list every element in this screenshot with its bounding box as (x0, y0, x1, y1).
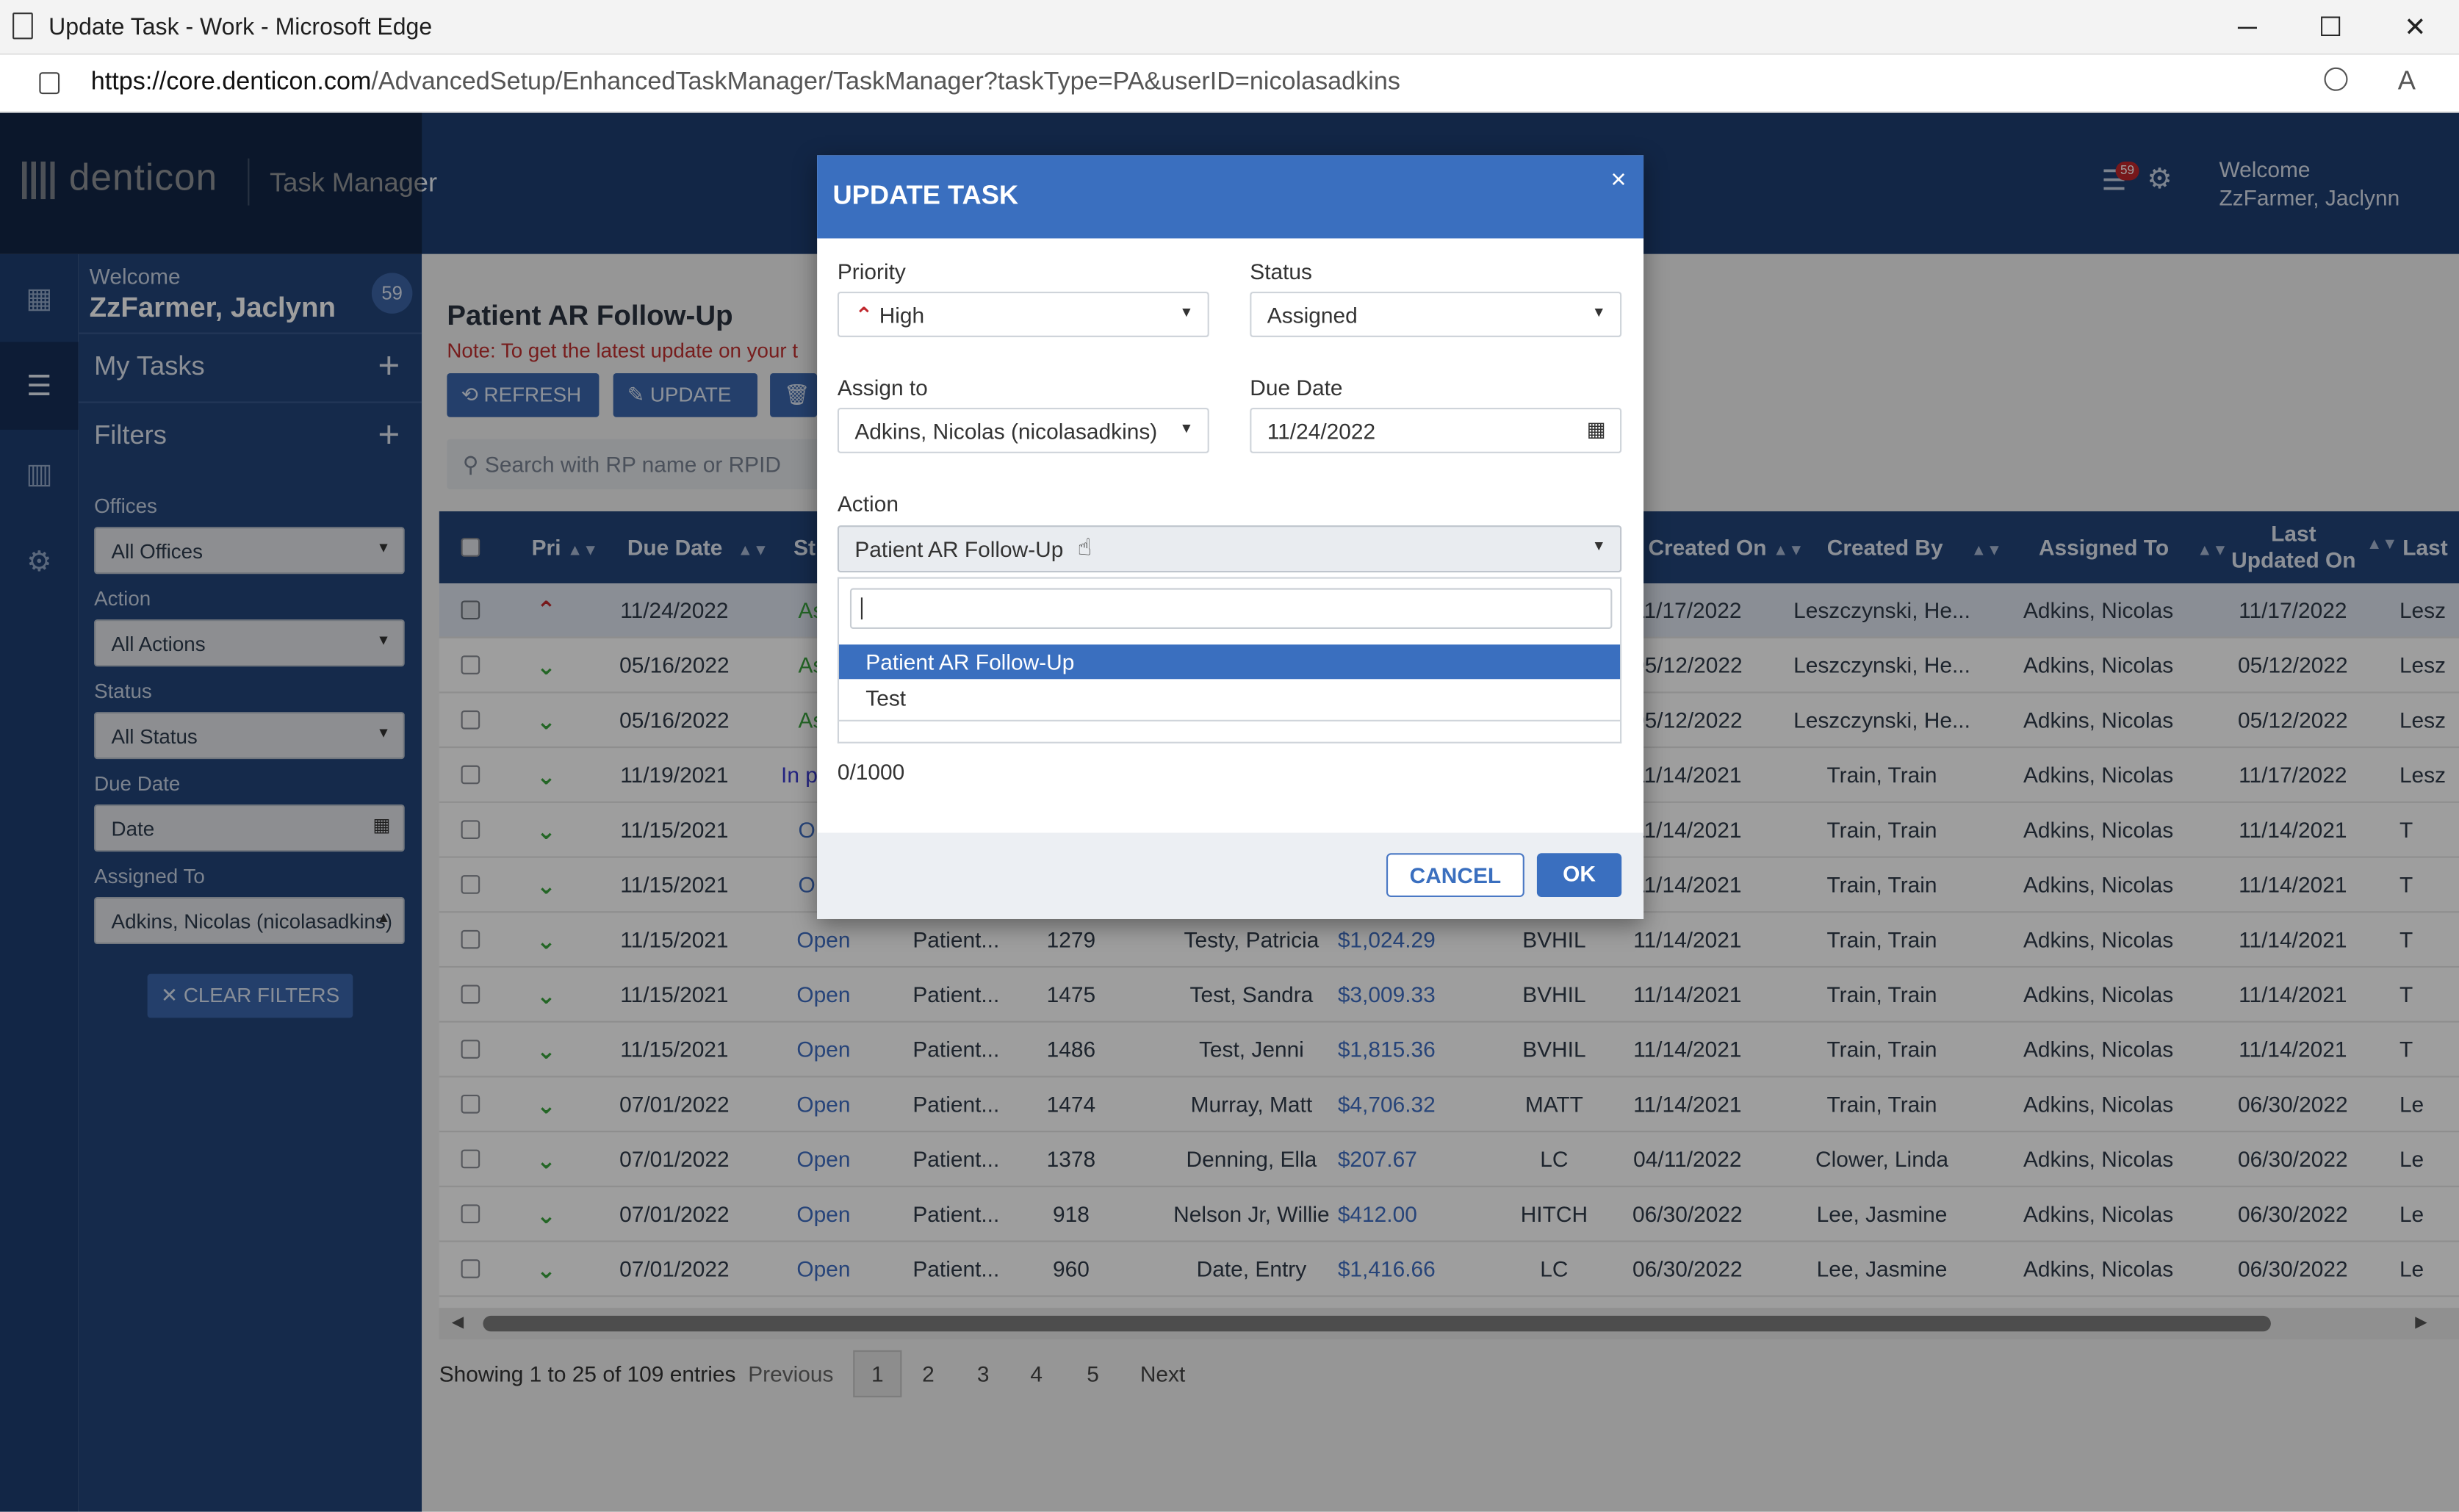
action-select[interactable]: Patient AR Follow-Up ▼ ☝ (837, 525, 1622, 573)
url-text[interactable]: https://core.denticon.com/AdvancedSetup/… (91, 69, 1400, 97)
lock-icon (39, 72, 60, 95)
caret-down-icon: ▼ (1591, 304, 1606, 320)
dialog-title: UPDATE TASK (832, 180, 1019, 211)
update-task-dialog: UPDATE TASK × Priority ⌃ High ▼ Status As… (817, 155, 1644, 919)
caret-down-icon: ▼ (1179, 304, 1194, 320)
dropdown-search-input[interactable] (849, 588, 1613, 629)
minimize-button[interactable]: ─ (2211, 7, 2283, 49)
action-dropdown: Patient AR Follow-Up Test (837, 577, 1622, 721)
dialog-header: UPDATE TASK × (817, 155, 1644, 239)
status-select[interactable]: Assigned ▼ (1250, 292, 1622, 337)
read-aloud-icon[interactable]: A (2398, 66, 2416, 98)
priority-select[interactable]: ⌃ High ▼ (837, 292, 1209, 337)
char-counter: 0/1000 (837, 759, 905, 785)
modal-backdrop (0, 112, 422, 1512)
high-priority-icon: ⌃ (854, 302, 879, 328)
screen: Update Task - Work - Microsoft Edge ─ ☐ … (0, 0, 2459, 1512)
caret-down-icon: ▼ (1591, 538, 1606, 554)
close-dialog-button[interactable]: × (1610, 165, 1626, 196)
option-test[interactable]: Test (839, 680, 1620, 715)
maximize-button[interactable]: ☐ (2294, 7, 2366, 49)
priority-label: Priority (837, 259, 906, 284)
zoom-icon[interactable] (2324, 67, 2348, 91)
assign-to-label: Assign to (837, 375, 928, 400)
close-window-button[interactable]: ✕ (2379, 7, 2451, 49)
option-patient-ar-follow-up[interactable]: Patient AR Follow-Up (839, 644, 1621, 680)
assign-to-select[interactable]: Adkins, Nicolas (nicolasadkins) ▼ (837, 407, 1209, 453)
window-title: Update Task - Work - Microsoft Edge (48, 14, 433, 41)
dialog-footer: CANCEL OK (817, 832, 1644, 919)
page-icon (12, 12, 33, 40)
cancel-button[interactable]: CANCEL (1386, 853, 1524, 897)
address-bar[interactable]: https://core.denticon.com/AdvancedSetup/… (0, 54, 2459, 113)
hand-cursor-icon: ☝ (1077, 534, 1092, 562)
ok-button[interactable]: OK (1536, 853, 1622, 897)
calendar-icon: ▦ (1586, 417, 1606, 441)
due-date-label: Due Date (1250, 375, 1343, 400)
status-label: Status (1250, 259, 1313, 284)
caret-down-icon: ▼ (1179, 420, 1194, 436)
window-titlebar: Update Task - Work - Microsoft Edge ─ ☐ … (0, 0, 2459, 55)
due-date-input[interactable]: 11/24/2022 ▦ (1250, 407, 1622, 453)
comment-textarea[interactable] (837, 721, 1622, 744)
action-label: Action (837, 491, 899, 516)
